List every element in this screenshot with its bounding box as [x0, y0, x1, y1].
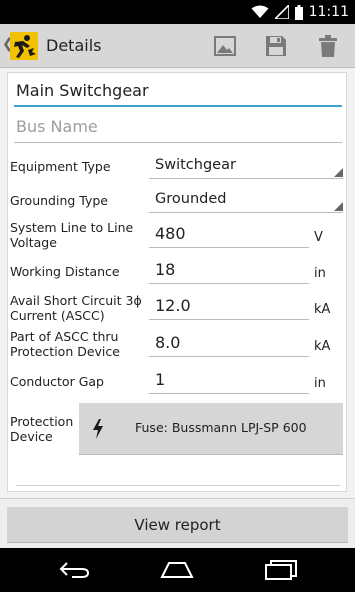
protection-device-button[interactable]: Fuse: Bussmann LPJ-SP 600	[79, 403, 343, 455]
back-button[interactable]	[57, 558, 91, 582]
image-icon	[214, 36, 236, 56]
status-bar: 11:11	[0, 0, 355, 24]
name-input[interactable]: Main Switchgear	[14, 81, 342, 107]
part-ascc-value: 8.0	[155, 333, 181, 352]
battery-icon	[294, 4, 303, 20]
delete-button[interactable]	[314, 32, 342, 60]
recent-apps-button[interactable]	[264, 558, 298, 582]
equipment-type-label: Equipment Type	[10, 159, 111, 174]
protection-device-label: Protection Device	[10, 414, 73, 444]
grounding-type-value: Grounded	[155, 191, 227, 207]
ascc-label: Avail Short Circuit 3ϕ Current (ASCC)	[10, 293, 142, 323]
navigation-bar	[0, 548, 355, 592]
save-button[interactable]	[262, 32, 290, 60]
save-icon	[266, 36, 286, 56]
grounding-type-spinner[interactable]: Grounded	[149, 187, 343, 213]
part-ascc-label-line2: Protection Device	[10, 344, 120, 359]
part-ascc-unit: kA	[314, 339, 331, 354]
delete-icon	[319, 35, 337, 57]
action-bar: ❮ Details	[0, 24, 355, 68]
conductor-gap-input[interactable]: 1	[149, 368, 309, 394]
details-form: Main Switchgear Bus Name Equipment Type …	[7, 72, 347, 492]
dropdown-caret-icon	[334, 168, 343, 177]
system-voltage-value: 480	[155, 224, 186, 243]
bus-name-input[interactable]: Bus Name	[14, 117, 342, 143]
ascc-input[interactable]: 12.0	[149, 294, 309, 320]
dropdown-caret-icon	[334, 202, 343, 211]
working-distance-label: Working Distance	[10, 264, 120, 279]
system-voltage-label-line1: System Line to Line	[10, 220, 134, 235]
home-icon	[160, 562, 194, 578]
system-voltage-label: System Line to Line Voltage	[10, 220, 133, 250]
working-distance-value: 18	[155, 260, 176, 279]
equipment-type-value: Switchgear	[155, 157, 236, 173]
page-title: Details	[46, 36, 102, 55]
working-distance-unit: in	[314, 266, 326, 281]
ascc-label-line1: Avail Short Circuit 3ϕ	[10, 293, 142, 308]
divider	[16, 485, 340, 486]
bus-name-placeholder: Bus Name	[16, 117, 98, 136]
recent-apps-icon	[265, 560, 297, 580]
cell-signal-icon	[274, 5, 289, 19]
conductor-gap-unit: in	[314, 376, 326, 391]
grounding-type-label: Grounding Type	[10, 193, 108, 208]
ascc-label-line2: Current (ASCC)	[10, 308, 105, 323]
protection-device-label-line1: Protection	[10, 414, 74, 429]
system-voltage-unit: V	[314, 230, 323, 245]
lightning-bolt-icon	[93, 419, 103, 439]
back-icon	[59, 562, 90, 578]
protection-device-value: Fuse: Bussmann LPJ-SP 600	[135, 420, 307, 435]
part-ascc-label-line1: Part of ASCC thru	[10, 329, 119, 344]
wifi-icon	[251, 5, 269, 18]
ascc-value: 12.0	[155, 296, 191, 315]
status-time: 11:11	[308, 4, 349, 20]
equipment-type-spinner[interactable]: Switchgear	[149, 153, 343, 179]
system-voltage-input[interactable]: 480	[149, 222, 309, 248]
name-value: Main Switchgear	[16, 81, 149, 100]
image-button[interactable]	[211, 32, 239, 60]
app-logo-icon[interactable]	[10, 32, 38, 60]
part-ascc-label: Part of ASCC thru Protection Device	[10, 329, 120, 359]
conductor-gap-value: 1	[155, 370, 166, 389]
system-voltage-label-line2: Voltage	[10, 235, 57, 250]
report-bar: View report	[0, 498, 355, 548]
conductor-gap-label: Conductor Gap	[10, 374, 104, 389]
protection-device-label-line2: Device	[10, 429, 53, 444]
home-button[interactable]	[160, 558, 194, 582]
ascc-unit: kA	[314, 302, 331, 317]
working-distance-input[interactable]: 18	[149, 258, 309, 284]
part-ascc-input[interactable]: 8.0	[149, 331, 309, 357]
view-report-button[interactable]: View report	[7, 507, 348, 543]
